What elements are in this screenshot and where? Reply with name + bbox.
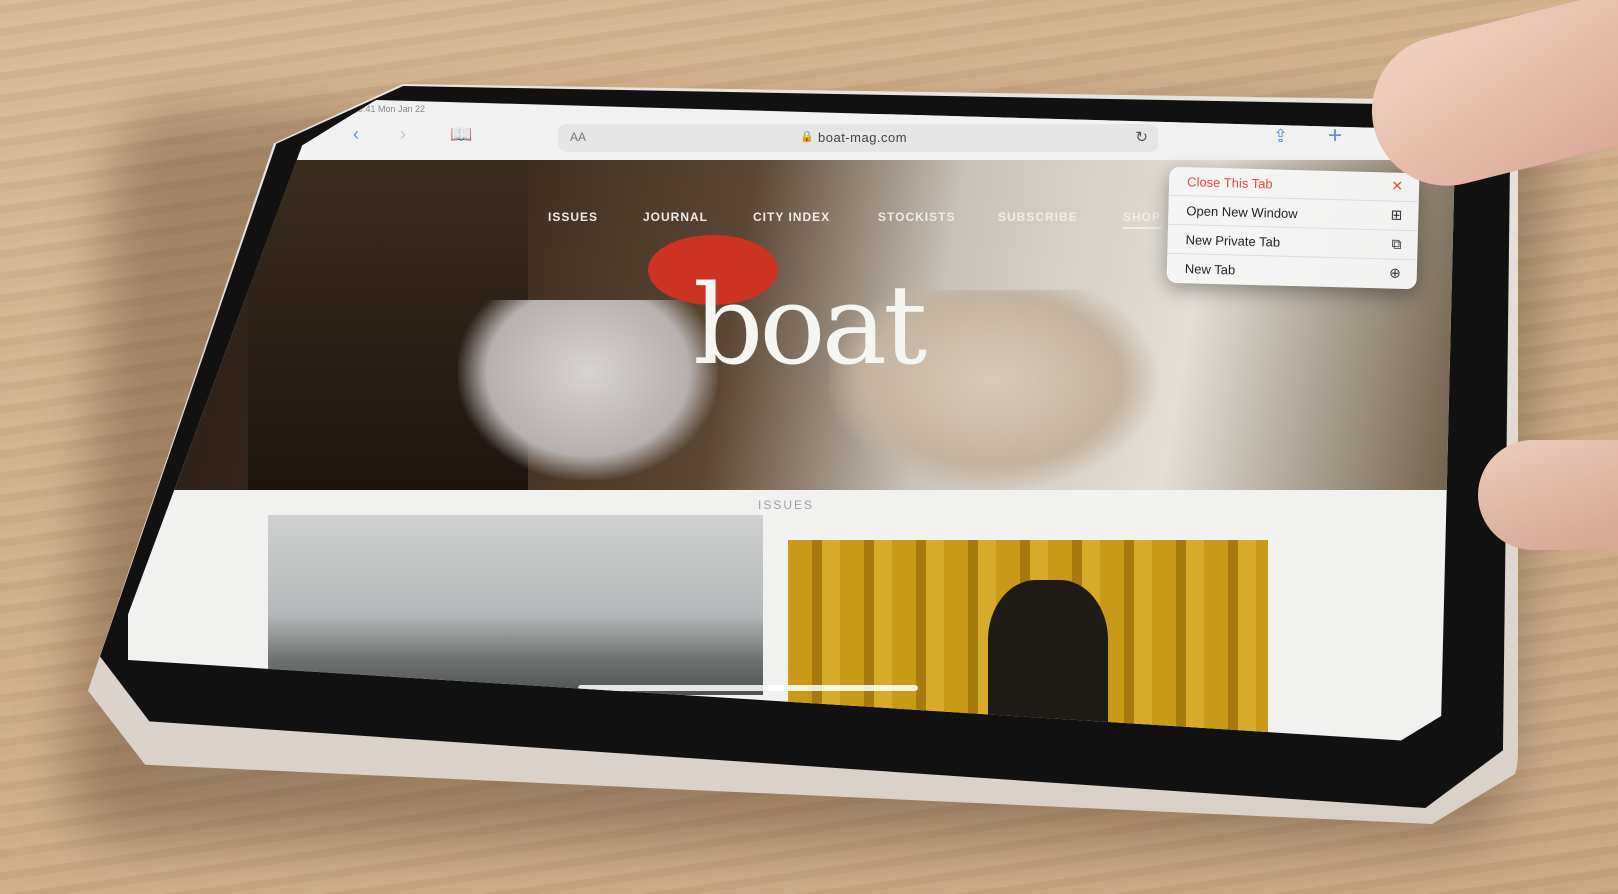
chevron-right-icon[interactable]: › [400, 124, 406, 145]
menu-item-label: New Private Tab [1185, 232, 1281, 250]
nav-subscribe[interactable]: SUBSCRIBE [998, 210, 1078, 224]
issues-section-label: ISSUES [758, 498, 815, 512]
menu-item-label: Close This Tab [1186, 174, 1273, 192]
site-logo[interactable]: boat [693, 270, 927, 380]
chevron-left-icon[interactable]: ‹ [353, 124, 359, 145]
reader-settings-button[interactable]: AA [570, 130, 586, 144]
hero-person-left [458, 300, 718, 480]
lock-icon: 🔒 [800, 131, 814, 143]
nav-issues[interactable]: ISSUES [548, 210, 598, 224]
nav-city-index[interactable]: CITY INDEX [753, 210, 830, 224]
home-indicator[interactable] [578, 685, 918, 691]
issue-thumbnail-figure [988, 580, 1108, 730]
menu-item-label: New Tab [1184, 261, 1236, 278]
book-icon[interactable]: 📖 [450, 124, 472, 145]
nav-stockists[interactable]: STOCKISTS [878, 210, 955, 224]
nav-journal[interactable]: JOURNAL [643, 210, 708, 224]
site-nav: ISSUES JOURNAL CITY INDEX STOCKISTS SUBS… [548, 210, 1248, 236]
menu-item-new-tab[interactable]: New Tab ⊕ [1167, 254, 1418, 289]
private-tab-icon: ⧉ [1391, 235, 1402, 252]
new-tab-icon: ⊕ [1388, 264, 1402, 281]
menu-item-label: Open New Window [1186, 203, 1298, 222]
user-finger-side [1478, 440, 1618, 550]
issue-thumbnail-landscape[interactable] [268, 515, 763, 695]
reload-icon[interactable]: ↻ [1135, 128, 1148, 146]
close-icon: ✕ [1391, 177, 1404, 194]
new-window-icon: ⊞ [1390, 206, 1403, 223]
status-bar-time: 9:41 Mon Jan 22 [358, 104, 426, 114]
address-bar[interactable]: AA 🔒 boat-mag.com ↻ [558, 124, 1158, 152]
new-tab-context-menu: Close This Tab ✕ Open New Window ⊞ New P… [1166, 166, 1420, 290]
share-icon[interactable]: ⇪ [1273, 126, 1288, 147]
address-domain: boat-mag.com [818, 130, 908, 145]
nav-shop[interactable]: SHOP [1123, 210, 1162, 229]
